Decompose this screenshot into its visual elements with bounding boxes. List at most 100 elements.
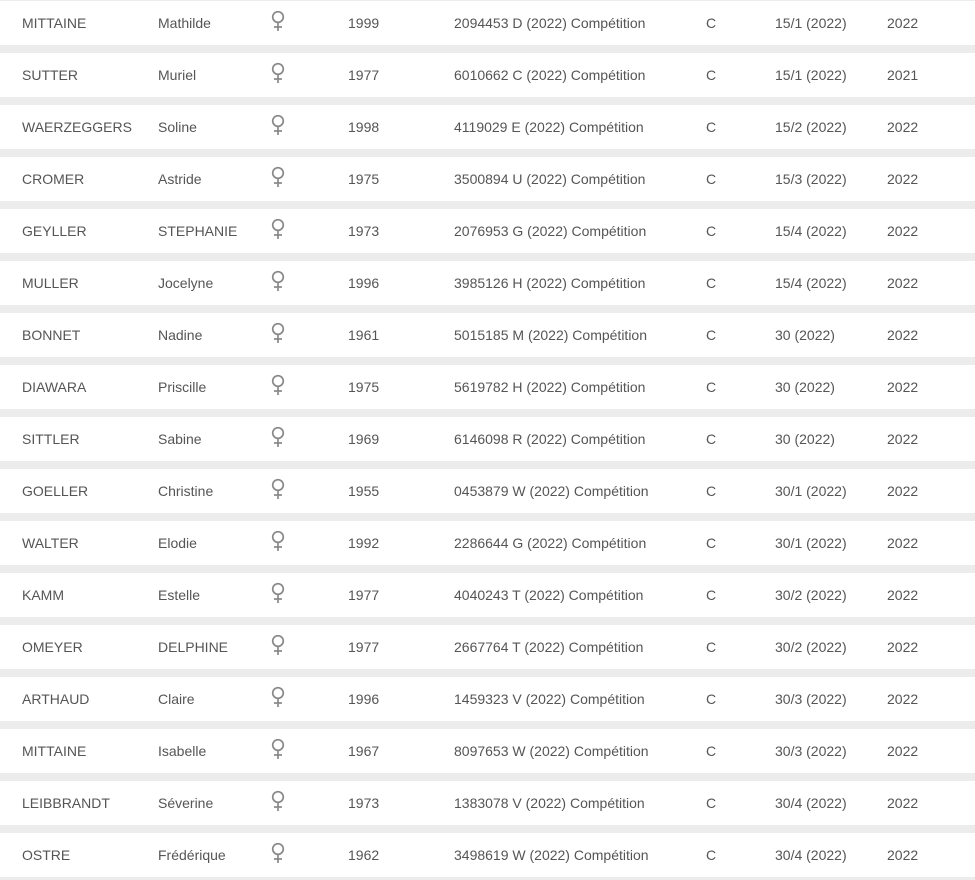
- female-symbol-icon: [270, 790, 286, 814]
- table-row[interactable]: MULLER Jocelyne 1996 3985126 H (2022) Co…: [0, 261, 975, 305]
- table-row[interactable]: DIAWARA Priscille 1975 5619782 H (2022) …: [0, 365, 975, 409]
- first-name-cell: Muriel: [158, 67, 197, 83]
- category-cell: C: [706, 587, 717, 603]
- category-cell: C: [706, 691, 717, 707]
- last-name-cell: WAERZEGGERS: [22, 119, 132, 135]
- season-year-cell: 2022: [887, 15, 919, 31]
- female-symbol-icon: [270, 426, 286, 450]
- table-row[interactable]: SITTLER Sabine 1969 6146098 R (2022) Com…: [0, 417, 975, 461]
- category-cell: C: [706, 379, 717, 395]
- license-cell: 4119029 E (2022) Compétition: [454, 119, 644, 135]
- birth-year-cell: 1969: [348, 431, 380, 447]
- first-name-cell: Astride: [158, 171, 202, 187]
- first-name-cell: Jocelyne: [158, 275, 214, 291]
- ranking-cell: 15/3 (2022): [775, 171, 847, 187]
- season-year-cell: 2022: [887, 535, 919, 551]
- license-cell: 5015185 M (2022) Compétition: [454, 327, 648, 343]
- birth-year-cell: 1973: [348, 223, 380, 239]
- birth-year-cell: 1975: [348, 379, 380, 395]
- ranking-cell: 15/1 (2022): [775, 15, 847, 31]
- ranking-cell: 30/3 (2022): [775, 743, 847, 759]
- category-cell: C: [706, 171, 717, 187]
- table-row[interactable]: GOELLER Christine 1955 0453879 W (2022) …: [0, 469, 975, 513]
- female-symbol-icon: [270, 738, 286, 762]
- season-year-cell: 2022: [887, 587, 919, 603]
- first-name-cell: Frédérique: [158, 847, 226, 863]
- ranking-cell: 30/1 (2022): [775, 483, 847, 499]
- category-cell: C: [706, 431, 717, 447]
- license-cell: 2076953 G (2022) Compétition: [454, 223, 647, 239]
- female-symbol-icon: [270, 582, 286, 606]
- category-cell: C: [706, 15, 717, 31]
- license-cell: 4040243 T (2022) Compétition: [454, 587, 644, 603]
- license-cell: 3985126 H (2022) Compétition: [454, 275, 646, 291]
- table-row[interactable]: KAMM Estelle 1977 4040243 T (2022) Compé…: [0, 573, 975, 617]
- birth-year-cell: 1999: [348, 15, 380, 31]
- last-name-cell: ARTHAUD: [22, 691, 90, 707]
- last-name-cell: WALTER: [22, 535, 79, 551]
- ranking-cell: 15/4 (2022): [775, 275, 847, 291]
- female-symbol-icon: [270, 842, 286, 866]
- birth-year-cell: 1992: [348, 535, 380, 551]
- table-row[interactable]: WAERZEGGERS Soline 1998 4119029 E (2022)…: [0, 105, 975, 149]
- first-name-cell: Nadine: [158, 327, 203, 343]
- season-year-cell: 2022: [887, 691, 919, 707]
- female-symbol-icon: [270, 62, 286, 86]
- first-name-cell: Priscille: [158, 379, 207, 395]
- ranking-cell: 15/2 (2022): [775, 119, 847, 135]
- female-symbol-icon: [270, 10, 286, 34]
- birth-year-cell: 1977: [348, 587, 380, 603]
- category-cell: C: [706, 275, 717, 291]
- table-row[interactable]: CROMER Astride 1975 3500894 U (2022) Com…: [0, 157, 975, 201]
- license-cell: 3498619 W (2022) Compétition: [454, 847, 649, 863]
- birth-year-cell: 1998: [348, 119, 380, 135]
- ranking-cell: 30/3 (2022): [775, 691, 847, 707]
- season-year-cell: 2022: [887, 275, 919, 291]
- season-year-cell: 2022: [887, 847, 919, 863]
- female-symbol-icon: [270, 218, 286, 242]
- birth-year-cell: 1996: [348, 691, 380, 707]
- ranking-cell: 15/4 (2022): [775, 223, 847, 239]
- license-cell: 8097653 W (2022) Compétition: [454, 743, 649, 759]
- category-cell: C: [706, 639, 717, 655]
- last-name-cell: MITTAINE: [22, 15, 87, 31]
- first-name-cell: Christine: [158, 483, 214, 499]
- female-symbol-icon: [270, 270, 286, 294]
- table-row[interactable]: SUTTER Muriel 1977 6010662 C (2022) Comp…: [0, 53, 975, 97]
- category-cell: C: [706, 743, 717, 759]
- ranking-cell: 15/1 (2022): [775, 67, 847, 83]
- season-year-cell: 2022: [887, 327, 919, 343]
- table-row[interactable]: BONNET Nadine 1961 5015185 M (2022) Comp…: [0, 313, 975, 357]
- season-year-cell: 2022: [887, 483, 919, 499]
- female-symbol-icon: [270, 634, 286, 658]
- license-cell: 2667764 T (2022) Compétition: [454, 639, 644, 655]
- table-row[interactable]: WALTER Elodie 1992 2286644 G (2022) Comp…: [0, 521, 975, 565]
- female-symbol-icon: [270, 322, 286, 346]
- last-name-cell: MULLER: [22, 275, 79, 291]
- first-name-cell: Elodie: [158, 535, 197, 551]
- birth-year-cell: 1967: [348, 743, 380, 759]
- last-name-cell: GEYLLER: [22, 223, 87, 239]
- last-name-cell: CROMER: [22, 171, 85, 187]
- first-name-cell: Sabine: [158, 431, 202, 447]
- first-name-cell: Estelle: [158, 587, 201, 603]
- first-name-cell: STEPHANIE: [158, 223, 238, 239]
- first-name-cell: Soline: [158, 119, 197, 135]
- table-row[interactable]: MITTAINE Mathilde 1999 2094453 D (2022) …: [0, 1, 975, 45]
- table-row[interactable]: ARTHAUD Claire 1996 1459323 V (2022) Com…: [0, 677, 975, 721]
- table-row[interactable]: MITTAINE Isabelle 1967 8097653 W (2022) …: [0, 729, 975, 773]
- female-symbol-icon: [270, 686, 286, 710]
- table-row[interactable]: GEYLLER STEPHANIE 1973 2076953 G (2022) …: [0, 209, 975, 253]
- season-year-cell: 2022: [887, 743, 919, 759]
- category-cell: C: [706, 795, 717, 811]
- license-cell: 1459323 V (2022) Compétition: [454, 691, 645, 707]
- last-name-cell: OMEYER: [22, 639, 83, 655]
- table-row[interactable]: OMEYER DELPHINE 1977 2667764 T (2022) Co…: [0, 625, 975, 669]
- birth-year-cell: 1961: [348, 327, 380, 343]
- ranking-cell: 30/4 (2022): [775, 795, 847, 811]
- ranking-cell: 30 (2022): [775, 379, 835, 395]
- table-row[interactable]: LEIBBRANDT Séverine 1973 1383078 V (2022…: [0, 781, 975, 825]
- female-symbol-icon: [270, 114, 286, 138]
- table-row[interactable]: OSTRE Frédérique 1962 3498619 W (2022) C…: [0, 833, 975, 877]
- season-year-cell: 2022: [887, 431, 919, 447]
